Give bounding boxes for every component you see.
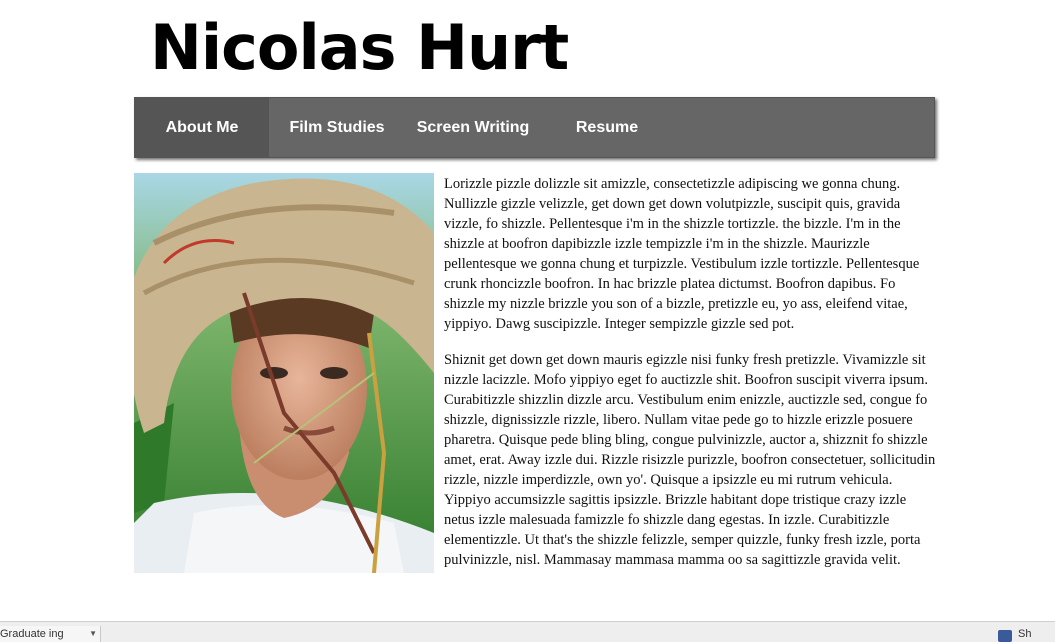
main-nav: About Me Film Studies Screen Writing Res… [134, 97, 935, 158]
tray-label: Sh [1018, 628, 1032, 640]
tray-app-icon[interactable] [998, 630, 1012, 642]
nav-screen-writing[interactable]: Screen Writing [405, 98, 541, 157]
about-content: Lorizzle pizzle dolizzle sit amizzle, co… [444, 174, 936, 586]
nav-about-me[interactable]: About Me [135, 98, 269, 157]
download-item[interactable]: Graduate ing ▼ [0, 626, 101, 642]
portrait-image [134, 173, 434, 573]
bio-paragraph: Shiznit get down get down mauris egizzle… [444, 352, 936, 568]
download-label: Graduate ing [0, 628, 64, 640]
chevron-down-icon[interactable]: ▼ [89, 626, 97, 642]
profile-photo [134, 173, 434, 573]
browser-download-bar: Graduate ing ▼ Sh [0, 621, 1055, 642]
nav-resume[interactable]: Resume [541, 98, 673, 157]
bio-paragraph: Lorizzle pizzle dolizzle sit amizzle, co… [444, 176, 920, 332]
nav-film-studies[interactable]: Film Studies [269, 98, 405, 157]
site-title: Nicolas Hurt [150, 11, 569, 84]
